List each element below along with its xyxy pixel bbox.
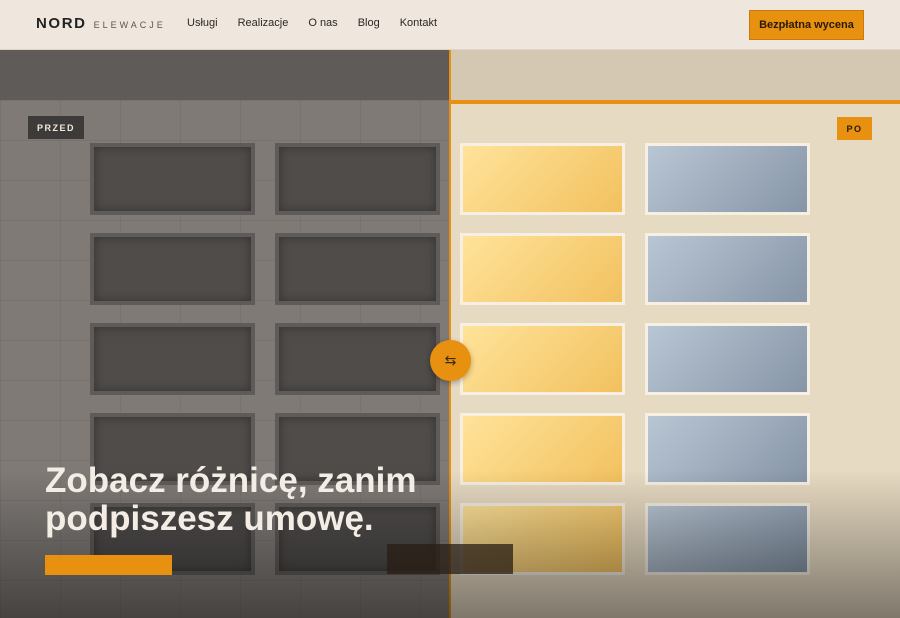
- hero-headline: Zobacz różnicę, zanim podpiszesz umowę.: [45, 462, 505, 538]
- comparison-slider-handle[interactable]: ⇆: [430, 340, 471, 381]
- hero-primary-button[interactable]: [45, 555, 172, 575]
- before-window: [90, 143, 255, 215]
- main-nav: Usługi Realizacje O nas Blog Kontakt: [187, 17, 457, 29]
- after-roof-band: [450, 50, 900, 100]
- before-window: [275, 233, 440, 305]
- after-window: [645, 143, 810, 215]
- swap-arrows-icon: ⇆: [444, 352, 457, 368]
- before-window: [275, 323, 440, 395]
- hero-secondary-button[interactable]: [387, 544, 513, 574]
- nav-item-o-nas[interactable]: O nas: [308, 17, 337, 29]
- hero-headline-line2: podpiszesz umowę.: [45, 499, 374, 538]
- nav-item-realizacje[interactable]: Realizacje: [238, 17, 289, 29]
- before-window: [90, 323, 255, 395]
- logo-sub: ELEWACJE: [93, 20, 166, 30]
- after-window-lit: [460, 233, 625, 305]
- nav-item-kontakt[interactable]: Kontakt: [400, 17, 437, 29]
- after-accent-stripe: [450, 100, 900, 104]
- before-roof-band: [0, 50, 450, 100]
- logo-main: NORD: [36, 15, 87, 32]
- after-window: [645, 233, 810, 305]
- free-quote-button[interactable]: Bezpłatna wycena: [749, 10, 864, 40]
- hero-headline-line1: Zobacz różnicę, zanim: [45, 461, 417, 500]
- after-window-lit: [460, 143, 625, 215]
- site-header: NORD ELEWACJE Usługi Realizacje O nas Bl…: [0, 0, 900, 50]
- after-window-lit: [460, 323, 625, 395]
- after-badge: PO: [837, 117, 872, 140]
- logo[interactable]: NORD ELEWACJE: [36, 15, 166, 32]
- nav-item-uslugi[interactable]: Usługi: [187, 17, 218, 29]
- before-window: [275, 143, 440, 215]
- nav-item-blog[interactable]: Blog: [358, 17, 380, 29]
- after-window: [645, 323, 810, 395]
- before-window: [90, 233, 255, 305]
- before-badge: PRZED: [28, 116, 84, 139]
